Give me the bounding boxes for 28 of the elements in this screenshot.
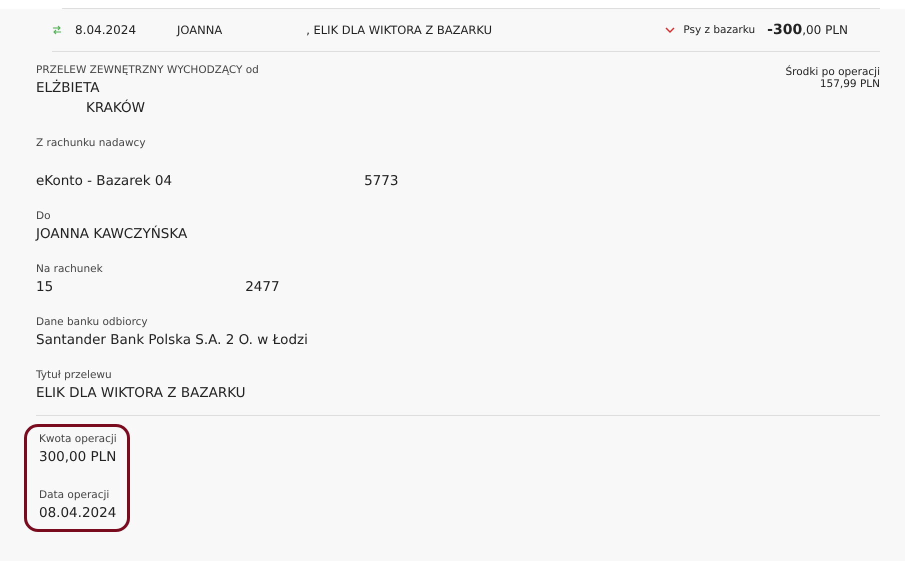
transaction-date: 8.04.2024 (75, 23, 138, 37)
transfer-arrows-icon (52, 25, 62, 35)
detail-value: 2477 (245, 279, 280, 295)
detail-label: Kwota operacji (39, 433, 117, 445)
detail-value: ELIK DLA WIKTORA Z BAZARKU (36, 385, 246, 401)
detail-label: Do (36, 210, 52, 222)
detail-label: Data operacji (39, 489, 110, 501)
detail-label: Na rachunek (36, 263, 104, 275)
transaction-description: JOANNA (177, 23, 222, 37)
detail-value: 5773 (364, 173, 398, 189)
detail-value: JOANNA KAWCZYŃSKA (36, 226, 188, 242)
balance-value: 157,99 PLN (820, 78, 880, 90)
chevron-icon[interactable] (665, 26, 676, 34)
balance-label: Środki po operacji (785, 66, 880, 78)
detail-label: Tytuł przelewu (36, 369, 113, 381)
transaction-amount: -300,00 PLN (767, 22, 848, 38)
detail-value: 15 (36, 279, 54, 295)
detail-value: eKonto - Bazarek 04 (36, 173, 172, 189)
detail-label: Z rachunku nadawcy (36, 137, 147, 149)
detail-value: ELŻBIETA (36, 80, 100, 96)
detail-value: Santander Bank Polska S.A. 2 O. w Łodzi (36, 332, 308, 348)
detail-value: 300,00 PLN (39, 449, 116, 465)
detail-value: KRAKÓW (86, 100, 146, 116)
detail-value: 08.04.2024 (39, 505, 116, 521)
category-label: Psy z bazarku (683, 24, 756, 36)
transaction-description: , ELIK DLA WIKTORA Z BAZARKU (306, 23, 492, 37)
detail-label: PRZELEW ZEWNĘTRZNY WYCHODZĄCY od (36, 64, 260, 76)
detail-label: Dane banku odbiorcy (36, 316, 149, 328)
